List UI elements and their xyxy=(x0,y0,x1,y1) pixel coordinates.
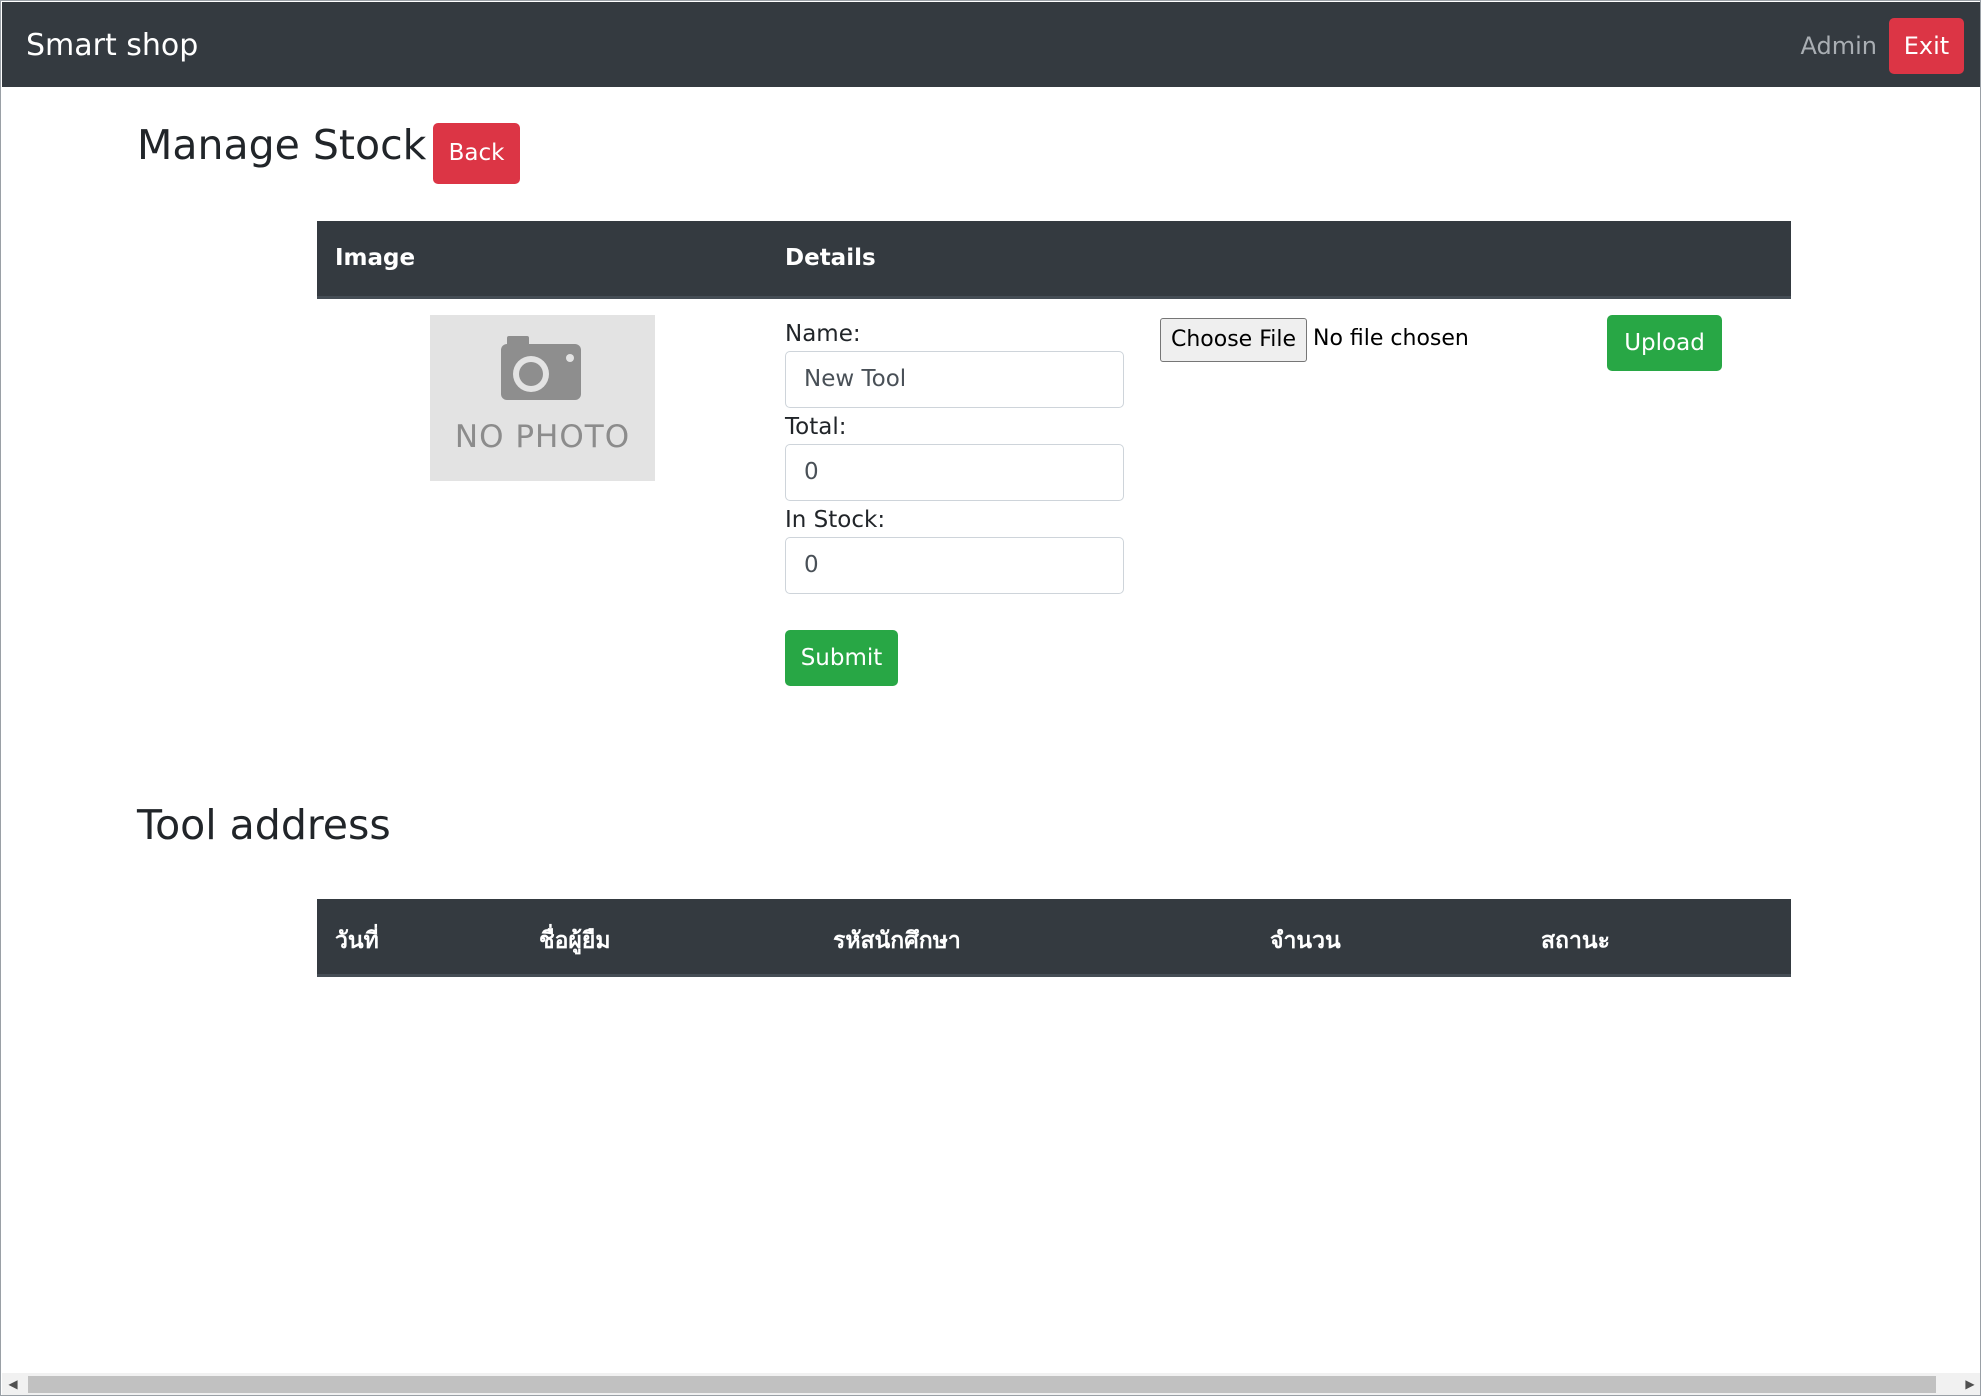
choose-file-button[interactable]: Choose File xyxy=(1160,318,1307,362)
in-stock-label: In Stock: xyxy=(785,507,886,533)
brand-title[interactable]: Smart shop xyxy=(26,28,198,63)
column-header-student-id: รหัสนักศึกษา xyxy=(833,928,961,954)
column-header-image: Image xyxy=(335,245,416,271)
upload-button[interactable]: Upload xyxy=(1607,315,1722,371)
in-stock-input[interactable]: 0 xyxy=(785,537,1124,594)
column-header-status: สถานะ xyxy=(1541,928,1610,954)
scroll-left-arrow-icon[interactable]: ◀ xyxy=(2,1373,24,1396)
camera-icon xyxy=(501,336,581,400)
total-label: Total: xyxy=(785,414,847,440)
scrollbar-thumb[interactable] xyxy=(28,1376,1936,1393)
column-header-details: Details xyxy=(785,245,876,271)
top-navbar: Smart shop Admin Exit xyxy=(2,2,1981,87)
horizontal-scrollbar[interactable]: ◀ ▶ xyxy=(2,1373,1981,1396)
column-header-quantity: จำนวน xyxy=(1270,928,1341,954)
stock-table-header: Image Details xyxy=(317,221,1791,299)
column-header-date: วันที่ xyxy=(335,928,379,954)
name-label: Name: xyxy=(785,321,861,347)
scroll-right-arrow-icon[interactable]: ▶ xyxy=(1959,1373,1981,1396)
name-input[interactable]: New Tool xyxy=(785,351,1124,408)
exit-button[interactable]: Exit xyxy=(1889,18,1964,74)
column-header-borrower-name: ชื่อผู้ยืม xyxy=(539,928,611,954)
admin-link[interactable]: Admin xyxy=(1801,32,1878,60)
no-photo-text: NO PHOTO xyxy=(454,419,631,455)
submit-button[interactable]: Submit xyxy=(785,630,898,686)
back-button[interactable]: Back xyxy=(433,123,520,184)
total-input[interactable]: 0 xyxy=(785,444,1124,501)
page-title: Manage Stock xyxy=(137,121,427,169)
file-status-text: No file chosen xyxy=(1313,326,1469,351)
tool-address-title: Tool address xyxy=(137,801,391,849)
product-image-placeholder: NO PHOTO xyxy=(430,315,655,481)
tool-address-table-header: วันที่ ชื่อผู้ยืม รหัสนักศึกษา จำนวน สถา… xyxy=(317,899,1791,977)
window-border xyxy=(0,0,1981,1396)
